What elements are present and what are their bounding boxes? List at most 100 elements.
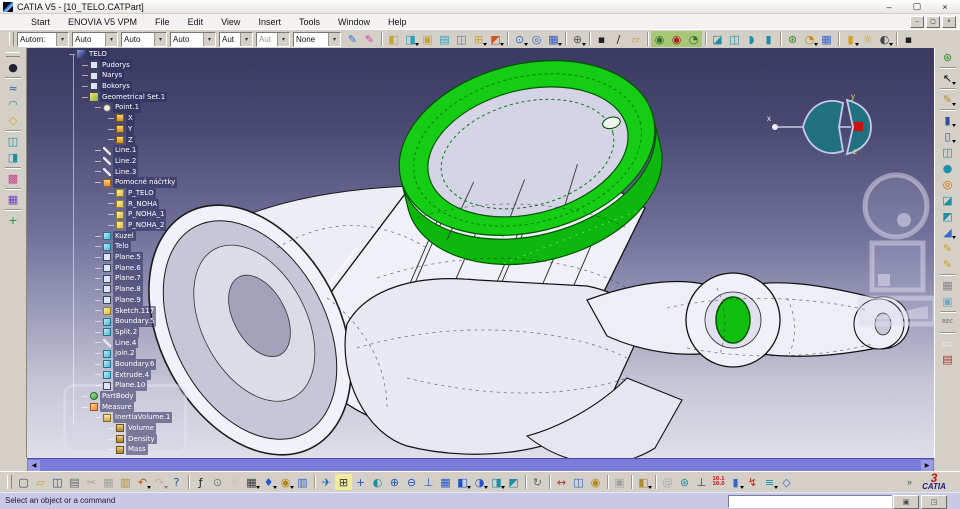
tree-item-z[interactable]: Z (69, 134, 177, 146)
globe-icon[interactable]: ⊛ (939, 49, 956, 65)
rotate-icon[interactable]: ◐ (369, 474, 386, 490)
auto-dropdown-2[interactable]: Auto ▾ (121, 31, 167, 47)
menu-tools[interactable]: Tools (290, 17, 329, 27)
tree-item-boundary-6[interactable]: Boundary.6 (69, 358, 177, 370)
menu-edit[interactable]: Edit (179, 17, 213, 27)
open-file-icon[interactable]: ▱ (32, 474, 49, 490)
tree-item-pudorys[interactable]: Pudorys (69, 59, 177, 71)
scroll-right-icon[interactable]: ▶ (921, 459, 933, 471)
clipboard-link-icon[interactable]: ⊙ (511, 31, 528, 47)
comment-icon[interactable]: ⊙ (209, 474, 226, 490)
pattern-icon[interactable]: ▦ (939, 277, 956, 293)
paste-icon[interactable]: ▥ (117, 474, 134, 490)
depth-effect-icon[interactable]: ◩ (487, 31, 504, 47)
tree-item-p-telo[interactable]: P_TELO (69, 187, 177, 199)
shaded-edges-view-icon[interactable]: ◨ (402, 31, 419, 47)
design-table-icon[interactable]: ▦ (243, 474, 260, 490)
tree-item-boundary-5[interactable]: Boundary.5 (69, 316, 177, 327)
tree-item-measure[interactable]: Measure (69, 401, 177, 413)
tree-item-geometrical-set-1[interactable]: Geometrical Set.1 (69, 91, 177, 103)
new-file-icon[interactable]: ▢ (15, 474, 32, 490)
auto-dropdown-1[interactable]: Auto ▾ (72, 31, 118, 47)
tree-item-plane-7[interactable]: Plane.7 (69, 273, 177, 285)
shadow-icon[interactable]: ◐ (876, 31, 893, 47)
tree-item-p-noha-1[interactable]: P_NOHA_1 (69, 209, 177, 221)
multi-pad-icon[interactable]: ◫ (939, 144, 956, 160)
constraints-icon[interactable]: ▮ (727, 474, 744, 490)
grid-snap-icon[interactable]: ▦ (545, 31, 562, 47)
tree-item-join-2[interactable]: Join.2 (69, 348, 177, 359)
toolbar-grip[interactable] (9, 32, 14, 46)
tree-item-telo[interactable]: Telo (69, 241, 177, 253)
open-catalog-icon[interactable]: ◉ (651, 31, 668, 47)
hidden-line-view-icon[interactable]: ▤ (436, 31, 453, 47)
menu-start[interactable]: Start (22, 17, 59, 27)
tree-item-plane-8[interactable]: Plane.8 (69, 284, 177, 295)
revolve-icon[interactable]: ◨ (5, 149, 22, 165)
prism-icon[interactable]: ◇ (778, 474, 795, 490)
multi-view-icon[interactable]: ▦ (437, 474, 454, 490)
macro-play-icon[interactable]: ◔ (685, 31, 702, 47)
command-input[interactable] (728, 495, 892, 508)
menu-help[interactable]: Help (379, 17, 416, 27)
camera-capture-icon[interactable]: ▣ (611, 474, 628, 490)
multi-output-icon[interactable]: ▩ (5, 170, 22, 186)
sketch-analysis-icon[interactable]: ✎ (939, 256, 956, 272)
macro-record-icon[interactable]: ◉ (668, 31, 685, 47)
pocket-icon[interactable]: ▯ (939, 128, 956, 144)
aut-dropdown-1[interactable]: Aut ▾ (219, 31, 253, 47)
draft-analysis-icon[interactable]: ◔ (801, 31, 818, 47)
overlay-circle[interactable] (862, 172, 930, 240)
chevron-down-icon[interactable]: ▾ (277, 32, 289, 46)
tree-item-point-1[interactable]: Point.1 (69, 102, 177, 114)
instance-link-icon[interactable]: ◎ (528, 31, 545, 47)
tree-item-p-noha-2[interactable]: P_NOHA_2 (69, 220, 177, 231)
copy-icon[interactable]: ▦ (100, 474, 117, 490)
spline-icon[interactable]: ≈ (5, 80, 22, 96)
zoom-out-icon[interactable]: ⊖ (403, 474, 420, 490)
toolbar-grip[interactable] (6, 52, 20, 57)
toolbar-grip[interactable] (7, 475, 12, 489)
parameters-list-icon[interactable]: ▥ (294, 474, 311, 490)
menu-file[interactable]: File (146, 17, 179, 27)
close-button[interactable]: × (938, 1, 952, 12)
menu-insert[interactable]: Insert (249, 17, 290, 27)
measure-item-icon[interactable]: ◫ (570, 474, 587, 490)
tree-item-extrude-4[interactable]: Extrude.4 (69, 369, 177, 381)
tree-item-sketch-117[interactable]: Sketch.117 (69, 305, 177, 317)
tree-item-kuzel[interactable]: Kuzel (69, 230, 177, 242)
tree-item-telo[interactable]: TELO (69, 49, 177, 60)
doc-restore-button[interactable]: ▢ (926, 15, 940, 28)
dimensions-icon[interactable]: 10.1 10.0 (710, 474, 727, 490)
print-icon[interactable]: ▤ (66, 474, 83, 490)
lock-parameter-icon[interactable]: ◉ (277, 474, 294, 490)
tree-item-inertiavolume-1[interactable]: InertiaVolume.1 (69, 412, 177, 424)
paint-brush-icon[interactable]: ✎ (344, 31, 361, 47)
tree-item-line-2[interactable]: Line.2 (69, 155, 177, 167)
color-grid-icon[interactable]: ▦ (5, 191, 22, 207)
join-surface-icon[interactable]: ◪ (709, 31, 726, 47)
catalog-browser-icon[interactable]: ◧ (635, 474, 652, 490)
view-face-icon[interactable]: ◨ (488, 474, 505, 490)
positioned-sketch-icon[interactable]: ✎ (939, 240, 956, 256)
select-arrow-icon[interactable]: ↖ (939, 70, 956, 86)
compass-handle[interactable] (854, 122, 863, 131)
tree-item-line-4[interactable]: Line.4 (69, 337, 177, 349)
save-icon[interactable]: ◫ (49, 474, 66, 490)
cut-icon[interactable]: ✂ (83, 474, 100, 490)
measure-between-icon[interactable]: ↔ (553, 474, 570, 490)
knowledge-icon[interactable]: ☼ (226, 474, 243, 490)
fit-all-icon[interactable]: ⊞ (335, 474, 352, 490)
measure-cube-icon[interactable]: ▣ (939, 293, 956, 309)
chevron-down-icon[interactable]: ▾ (328, 32, 340, 46)
chevron-down-icon[interactable]: ▾ (154, 32, 166, 46)
chevron-down-icon[interactable]: ▾ (105, 32, 117, 46)
fly-mode-icon[interactable]: ✈ (318, 474, 335, 490)
hole-icon[interactable]: ◎ (939, 176, 956, 192)
menu-enovia-v5-vpm[interactable]: ENOVIA V5 VPM (59, 17, 146, 27)
update-mode-dropdown[interactable]: Autom: ▾ (17, 31, 69, 47)
tree-item-narys[interactable]: Narys (69, 70, 177, 82)
pen-stylus-icon[interactable]: ✎ (361, 31, 378, 47)
split-surface-icon[interactable]: ◫ (726, 31, 743, 47)
tree-item-volume[interactable]: Volume (69, 423, 177, 434)
